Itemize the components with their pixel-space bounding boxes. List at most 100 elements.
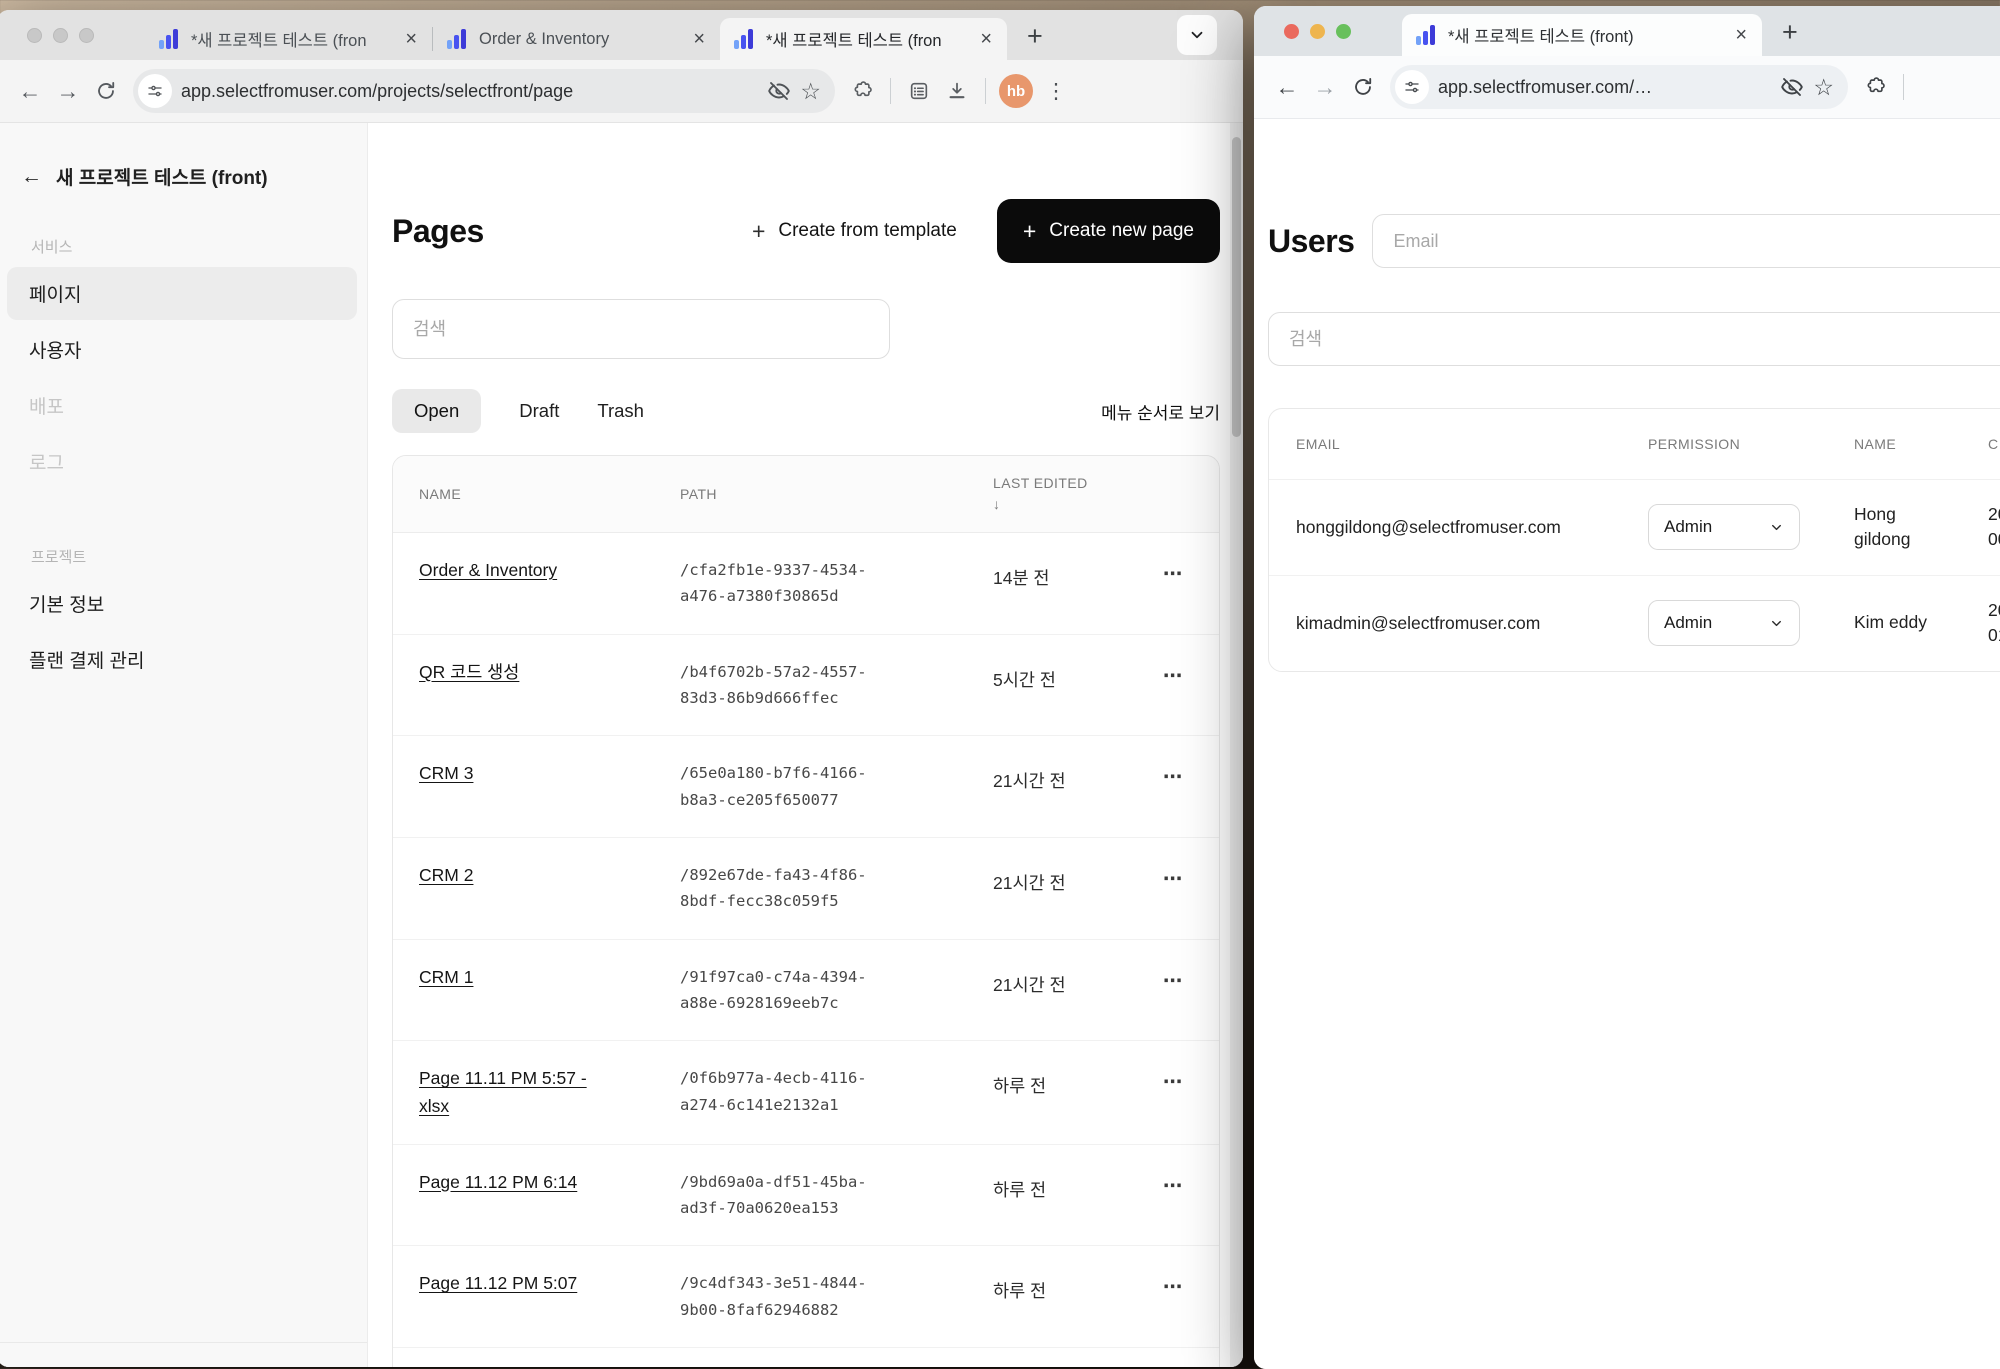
- column-header-email: EMAIL: [1296, 436, 1648, 452]
- last-edited-cell: 21시간 전: [993, 768, 1163, 813]
- minimize-window-button[interactable]: [1310, 24, 1325, 39]
- downloads-button[interactable]: [938, 72, 976, 110]
- extensions-button[interactable]: [843, 72, 881, 110]
- filter-tab-draft[interactable]: Draft: [519, 400, 559, 422]
- table-row: honggildong@selectfromuser.com Admin Hon…: [1269, 480, 2000, 575]
- sidebar-item-logs[interactable]: 로그: [7, 435, 357, 488]
- scrollbar-thumb[interactable]: [1232, 137, 1241, 437]
- page-name-link[interactable]: CRM 1: [419, 964, 473, 991]
- page-path-cell: /cfa2fb1e-9337-4534-a476-a7380f30865d: [680, 557, 993, 610]
- new-tab-button[interactable]: +: [1027, 23, 1043, 50]
- sidebar-item-deploy[interactable]: 배포: [7, 379, 357, 432]
- page-name-cell: CRM 3: [419, 760, 680, 813]
- user-email-cell: kimadmin@selectfromuser.com: [1296, 613, 1648, 634]
- pages-search-input[interactable]: [392, 299, 890, 359]
- tune-icon: [1403, 78, 1421, 96]
- sidebar-item-basic-info[interactable]: 기본 정보: [7, 577, 357, 630]
- row-menu-button[interactable]: ⋯: [1163, 868, 1219, 915]
- page-name-link[interactable]: Page 11.12 PM 5:07: [419, 1270, 577, 1297]
- last-edited-cell: 하루 전: [993, 1177, 1163, 1222]
- browser-tab[interactable]: *새 프로젝트 테스트 (fron ×: [145, 18, 432, 60]
- users-search-input[interactable]: [1268, 312, 2000, 366]
- extensions-button[interactable]: [1856, 68, 1894, 106]
- url-text[interactable]: app.selectfromuser.com/projects/selectfr…: [181, 81, 758, 102]
- sidebar-back-link[interactable]: ← 새 프로젝트 테스트 (front): [21, 163, 357, 190]
- tab-search-chevron-button[interactable]: [1177, 15, 1217, 55]
- forward-button[interactable]: →: [1306, 68, 1344, 106]
- close-tab-icon[interactable]: ×: [402, 29, 420, 49]
- new-tab-button[interactable]: +: [1782, 19, 1798, 46]
- toolbar-divider: [890, 78, 891, 104]
- sidebar-item-plan-billing[interactable]: 플랜 결제 관리: [7, 633, 357, 686]
- page-name-link[interactable]: QR 코드 생성: [419, 659, 519, 686]
- page-name-link[interactable]: CRM 2: [419, 862, 473, 889]
- row-menu-button[interactable]: ⋯: [1163, 665, 1219, 712]
- create-new-page-button[interactable]: + Create new page: [997, 199, 1220, 263]
- table-body: Order & Inventory /cfa2fb1e-9337-4534-a4…: [393, 533, 1219, 1367]
- sidebar-item-pages[interactable]: 페이지: [7, 267, 357, 320]
- column-header-name: NAME: [1854, 436, 1988, 452]
- traffic-lights: [27, 28, 94, 43]
- permission-select[interactable]: Admin: [1648, 600, 1800, 646]
- bookmark-star-icon[interactable]: ☆: [1813, 76, 1834, 99]
- back-button[interactable]: ←: [11, 72, 49, 110]
- bookmark-star-icon[interactable]: ☆: [800, 80, 821, 103]
- browser-tab-active[interactable]: *새 프로젝트 테스트 (front) ×: [1402, 14, 1762, 56]
- row-menu-button[interactable]: ⋯: [1163, 563, 1219, 610]
- create-from-template-button[interactable]: + Create from template: [752, 220, 957, 243]
- site-settings-button[interactable]: [1395, 70, 1429, 104]
- back-arrow-icon: ←: [1276, 76, 1299, 99]
- zoom-window-button[interactable]: [1336, 24, 1351, 39]
- page-name-link[interactable]: CRM 3: [419, 760, 473, 787]
- invite-email-input[interactable]: [1372, 214, 2000, 268]
- browser-window-right: *새 프로젝트 테스트 (front) × + ← → app.selectfr…: [1254, 6, 2000, 1369]
- eye-off-icon[interactable]: [1780, 75, 1804, 99]
- menu-order-link[interactable]: 메뉴 순서로 보기: [1101, 399, 1220, 424]
- last-edited-cell: 21시간 전: [993, 972, 1163, 1017]
- sidebar-item-users[interactable]: 사용자: [7, 323, 357, 376]
- page-name-link[interactable]: Page 11.11 PM 5:57 - xlsx: [419, 1065, 615, 1119]
- reading-list-button[interactable]: [900, 72, 938, 110]
- address-bar[interactable]: app.selectfromuser.com/… ☆: [1390, 65, 1848, 109]
- table-body: honggildong@selectfromuser.com Admin Hon…: [1269, 480, 2000, 671]
- last-edited-cell: 14분 전: [993, 565, 1163, 610]
- close-tab-icon[interactable]: ×: [690, 29, 708, 49]
- profile-avatar[interactable]: hb: [999, 74, 1033, 108]
- scrollbar-track[interactable]: [1230, 123, 1243, 1367]
- page-path-cell: /65e0a180-b7f6-4166-b8a3-ce205f650077: [680, 760, 993, 813]
- close-window-button[interactable]: [27, 28, 42, 43]
- filter-tab-open[interactable]: Open: [392, 389, 481, 433]
- row-menu-button[interactable]: ⋯: [1163, 766, 1219, 813]
- reload-button[interactable]: [87, 72, 125, 110]
- column-header-last-edited[interactable]: LAST EDITED ↓: [993, 473, 1093, 515]
- reload-button[interactable]: [1344, 68, 1382, 106]
- row-menu-button[interactable]: ⋯: [1163, 1276, 1219, 1323]
- browser-menu-button[interactable]: ⋮: [1037, 72, 1075, 110]
- forward-button[interactable]: →: [49, 72, 87, 110]
- url-text[interactable]: app.selectfromuser.com/…: [1438, 77, 1771, 98]
- pages-main: Pages + Create from template + Create ne…: [368, 123, 1243, 1367]
- page-name-link[interactable]: Page 11.12 PM 6:14: [419, 1169, 577, 1196]
- close-tab-icon[interactable]: ×: [1732, 25, 1750, 45]
- filter-tab-trash[interactable]: Trash: [597, 400, 644, 422]
- toolbar-divider: [1903, 74, 1904, 100]
- zoom-window-button[interactable]: [79, 28, 94, 43]
- create-new-page-label: Create new page: [1049, 220, 1194, 242]
- table-row: CRM 2 /892e67de-fa43-4f86-8bdf-fecc38c05…: [393, 837, 1219, 939]
- minimize-window-button[interactable]: [53, 28, 68, 43]
- site-settings-button[interactable]: [138, 74, 172, 108]
- row-menu-button[interactable]: ⋯: [1163, 1071, 1219, 1119]
- browser-tab-active[interactable]: *새 프로젝트 테스트 (fron ×: [720, 18, 1007, 60]
- row-menu-button[interactable]: ⋯: [1163, 970, 1219, 1017]
- browser-tab[interactable]: Order & Inventory ×: [433, 18, 720, 60]
- permission-select[interactable]: Admin: [1648, 504, 1800, 550]
- page-name-link[interactable]: Order & Inventory: [419, 557, 557, 584]
- column-header-name: NAME: [419, 486, 680, 502]
- permission-cell: Admin: [1648, 504, 1854, 550]
- close-window-button[interactable]: [1284, 24, 1299, 39]
- address-bar[interactable]: app.selectfromuser.com/projects/selectfr…: [133, 69, 835, 113]
- row-menu-button[interactable]: ⋯: [1163, 1175, 1219, 1222]
- back-button[interactable]: ←: [1268, 68, 1306, 106]
- close-tab-icon[interactable]: ×: [977, 29, 995, 49]
- eye-off-icon[interactable]: [767, 79, 791, 103]
